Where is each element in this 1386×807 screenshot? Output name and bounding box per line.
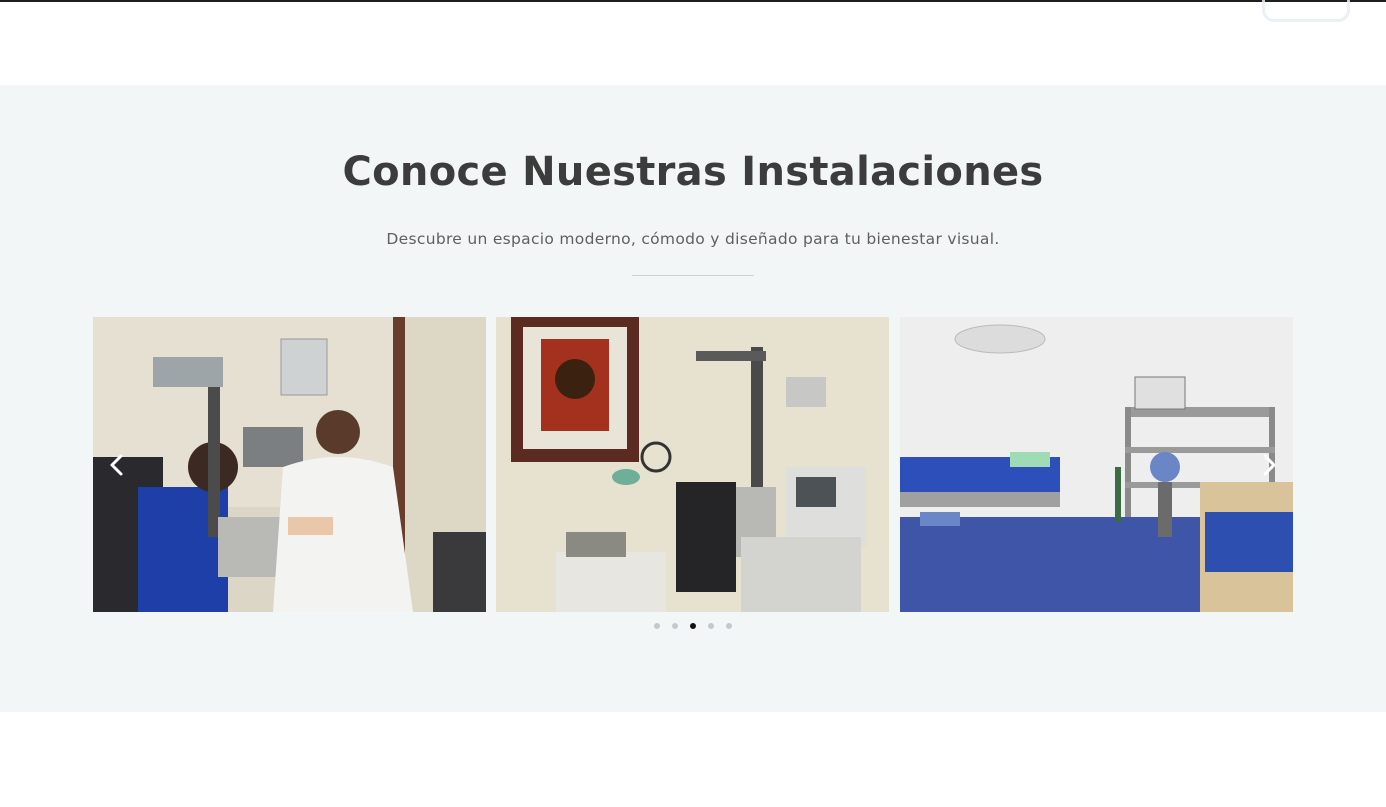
- carousel-next-button[interactable]: [1258, 451, 1280, 479]
- carousel-slide[interactable]: [496, 317, 889, 612]
- chevron-left-icon: [110, 454, 123, 476]
- procedure-room-blue-floor-photo: [900, 317, 1293, 612]
- carousel-dot[interactable]: [672, 623, 678, 629]
- carousel-dot[interactable]: [708, 623, 714, 629]
- top-border: [0, 0, 1386, 2]
- carousel-pagination: [0, 623, 1386, 633]
- eye-exam-doctor-patient-photo: [93, 317, 486, 612]
- decorative-shape: [1262, 0, 1350, 22]
- section-subtitle: Descubre un espacio moderno, cómodo y di…: [386, 230, 1000, 248]
- image-carousel[interactable]: [93, 317, 1293, 612]
- carousel-slide[interactable]: [93, 317, 486, 612]
- carousel-dot-active[interactable]: [690, 623, 696, 629]
- section-title: Conoce Nuestras Instalaciones: [342, 149, 1044, 195]
- carousel-prev-button[interactable]: [106, 451, 128, 479]
- carousel-dot[interactable]: [726, 623, 732, 629]
- carousel-slide[interactable]: [900, 317, 1293, 612]
- title-divider: [632, 275, 754, 276]
- facilities-section: Conoce Nuestras Instalaciones Descubre u…: [0, 85, 1386, 712]
- chevron-right-icon: [1263, 454, 1276, 476]
- ophthalmology-equipment-room-photo: [496, 317, 889, 612]
- carousel-dot[interactable]: [654, 623, 660, 629]
